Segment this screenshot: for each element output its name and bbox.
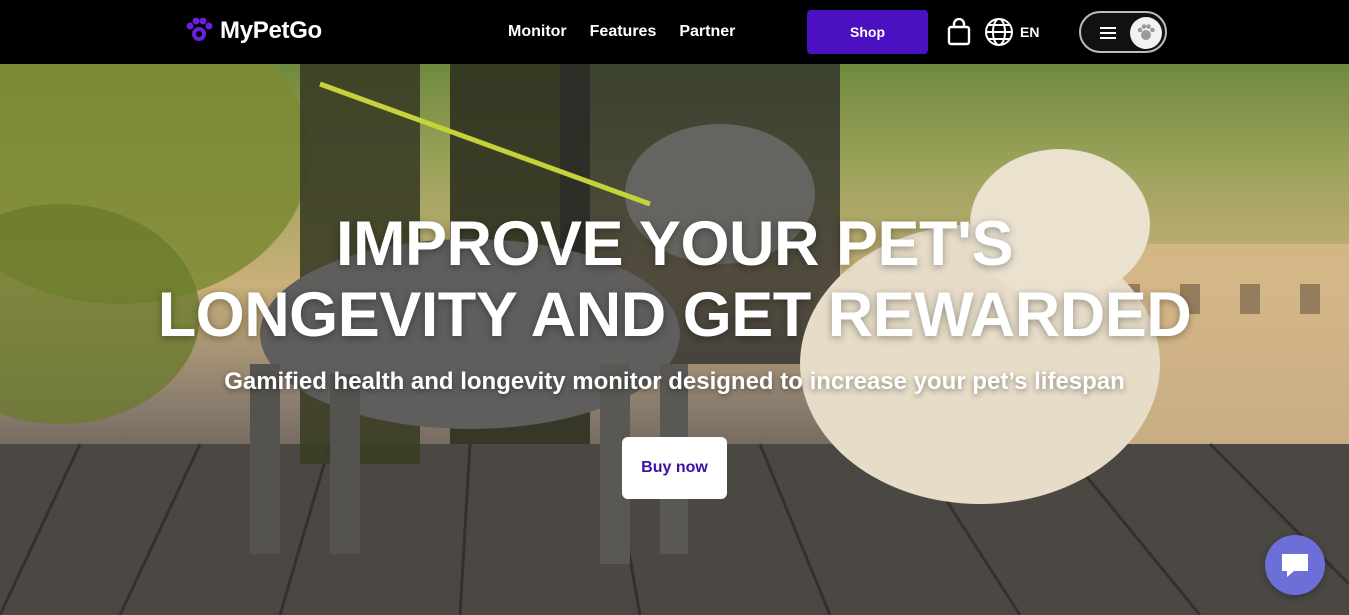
logo[interactable]: MyPetGo bbox=[182, 14, 322, 48]
shop-button[interactable]: Shop bbox=[807, 10, 928, 54]
shopping-bag-icon[interactable] bbox=[946, 18, 972, 46]
site-header: MyPetGo Monitor Features Partner Shop EN bbox=[0, 0, 1349, 64]
nav-monitor-link[interactable]: Monitor bbox=[508, 20, 567, 44]
language-selector[interactable]: EN bbox=[1020, 24, 1039, 40]
main-nav: Monitor Features Partner bbox=[508, 20, 735, 44]
buy-now-button[interactable]: Buy now bbox=[622, 437, 727, 499]
avatar bbox=[1130, 17, 1162, 49]
paw-logo-icon bbox=[186, 17, 213, 41]
chat-icon bbox=[1282, 554, 1308, 577]
account-menu-toggle[interactable] bbox=[1079, 11, 1167, 53]
hero-title-line2: LONGEVITY AND GET REWARDED bbox=[157, 280, 1192, 350]
hero-section: IMPROVE YOUR PET'S LONGEVITY AND GET REW… bbox=[0, 64, 1349, 615]
paw-avatar-icon bbox=[1137, 24, 1155, 40]
hero-title-line1: IMPROVE YOUR PET'S bbox=[336, 209, 1013, 279]
globe-icon[interactable] bbox=[983, 16, 1015, 48]
hamburger-menu-icon bbox=[1100, 27, 1116, 39]
hero-title: IMPROVE YOUR PET'S LONGEVITY AND GET REW… bbox=[0, 209, 1349, 351]
logo-text: MyPetGo bbox=[220, 17, 322, 44]
chat-button[interactable] bbox=[1265, 535, 1325, 595]
nav-partner-link[interactable]: Partner bbox=[679, 20, 735, 44]
nav-features-link[interactable]: Features bbox=[590, 20, 657, 44]
hero-subtitle: Gamified health and longevity monitor de… bbox=[224, 368, 1125, 395]
